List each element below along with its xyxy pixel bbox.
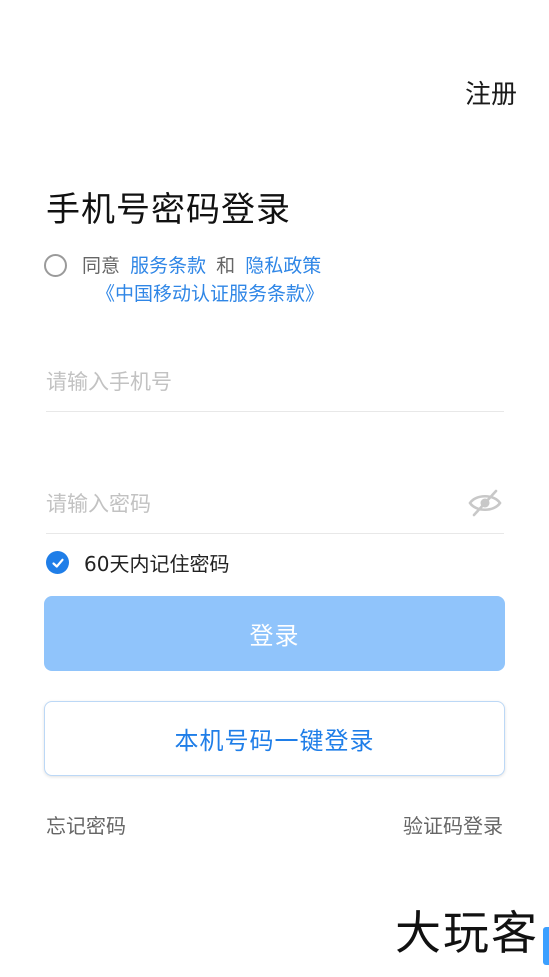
agreement-and: 和 [216,255,236,277]
register-link[interactable]: 注册 [465,74,517,111]
corner-badge [543,927,549,965]
agreement-prefix: 同意 [82,255,121,277]
forgot-password-link[interactable]: 忘记密码 [46,810,126,839]
terms-link[interactable]: 服务条款 [130,255,206,277]
phone-field-wrapper [46,352,504,412]
login-button[interactable]: 登录 [44,596,505,671]
remember-label: 60天内记住密码 [84,552,230,576]
phone-input[interactable] [46,352,504,411]
check-icon[interactable] [46,551,69,574]
privacy-link[interactable]: 隐私政策 [245,255,321,277]
page-title: 手机号密码登录 [46,190,291,230]
eye-off-icon[interactable] [468,488,502,518]
sms-login-link[interactable]: 验证码登录 [403,810,503,839]
agreement-block: 同意 服务条款 和 隐私政策 《中国移动认证服务条款》 [44,252,514,308]
login-page: 注册 手机号密码登录 同意 服务条款 和 隐私政策 《中国移动认证服务条款》 请… [0,0,549,977]
agreement-line-1: 同意 服务条款 和 隐私政策 [82,252,514,280]
password-input[interactable] [46,474,504,533]
one-click-login-button[interactable]: 本机号码一键登录 [44,701,505,776]
radio-unchecked-icon[interactable] [44,254,67,277]
agreement-line-2: 《中国移动认证服务条款》 [96,280,514,308]
remember-password-row[interactable]: 60天内记住密码 [46,548,229,577]
password-field-wrapper [46,474,504,534]
watermark-logo: 大玩客 [395,906,539,960]
cmcc-terms-link[interactable]: 《中国移动认证服务条款》 [96,283,324,305]
